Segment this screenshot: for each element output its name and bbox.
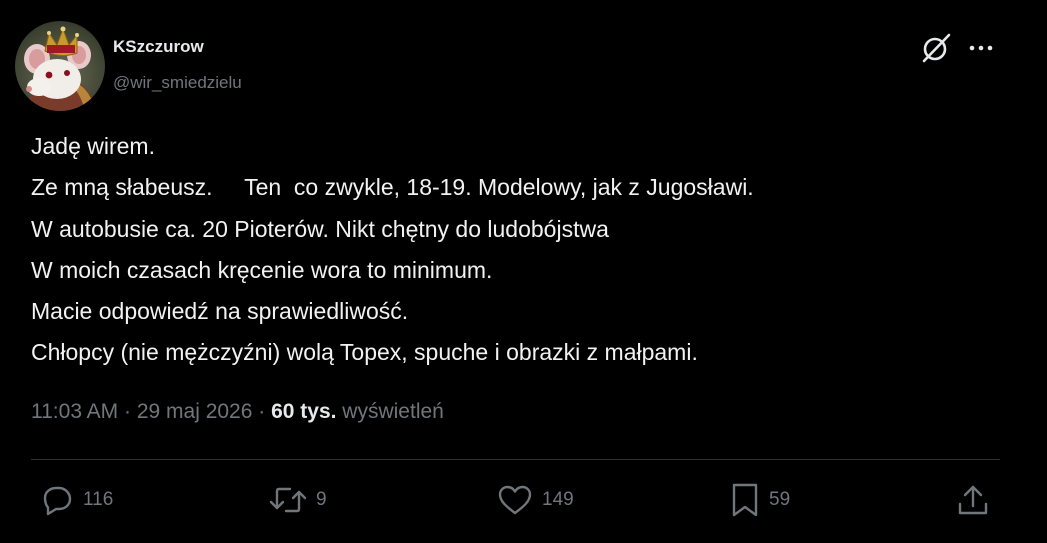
like-count: 149 <box>542 489 574 510</box>
tweet-line: Macie odpowiedź na sprawiedliwość. <box>31 298 409 325</box>
tweet-meta: 11:03 AM · 29 maj 2026 · 60 tys. wyświet… <box>31 400 444 424</box>
bookmark-button[interactable]: 59 <box>729 482 790 518</box>
share-button[interactable] <box>955 482 991 518</box>
author-handle[interactable]: @wir_smiedzielu <box>113 73 242 93</box>
more-icon[interactable] <box>966 33 996 63</box>
heart-icon <box>498 485 532 515</box>
like-button[interactable]: 149 <box>496 482 574 518</box>
avatar[interactable] <box>15 21 105 111</box>
author-name[interactable]: KSzczurow <box>113 37 204 57</box>
divider <box>31 459 1000 460</box>
share-icon <box>958 485 988 515</box>
reply-count: 116 <box>83 489 114 510</box>
tweet-body: Jadę wirem. Ze mną słabeusz. Ten co zwyk… <box>31 126 1011 374</box>
retweet-icon <box>269 487 307 513</box>
timestamp[interactable]: 11:03 AM · 29 maj 2026 · <box>31 400 271 423</box>
rat-king-avatar-image <box>24 26 97 111</box>
views-count[interactable]: 60 tys. <box>271 400 336 423</box>
views-label: wyświetleń <box>336 400 444 423</box>
bookmark-icon <box>732 483 758 517</box>
tweet-line: W autobusie ca. 20 Pioterów. Nikt chętny… <box>31 215 609 242</box>
tweet-line: Ze mną słabeusz. Ten co zwykle, 18-19. M… <box>31 174 754 201</box>
tweet-card: KSzczurow @wir_smiedzielu Jadę wirem. Ze… <box>0 0 1047 543</box>
reply-icon <box>43 486 72 516</box>
bookmark-count: 59 <box>769 489 791 510</box>
tweet-line: Chłopcy (nie mężczyźni) wolą Topex, spuc… <box>31 339 698 366</box>
tweet-line: W moich czasach kręcenie wora to minimum… <box>31 256 493 283</box>
reply-button[interactable]: 116 <box>39 482 113 518</box>
retweet-count: 9 <box>316 489 327 510</box>
grok-icon[interactable] <box>920 33 952 63</box>
retweet-button[interactable]: 9 <box>268 482 327 518</box>
tweet-line: Jadę wirem. <box>31 133 155 159</box>
